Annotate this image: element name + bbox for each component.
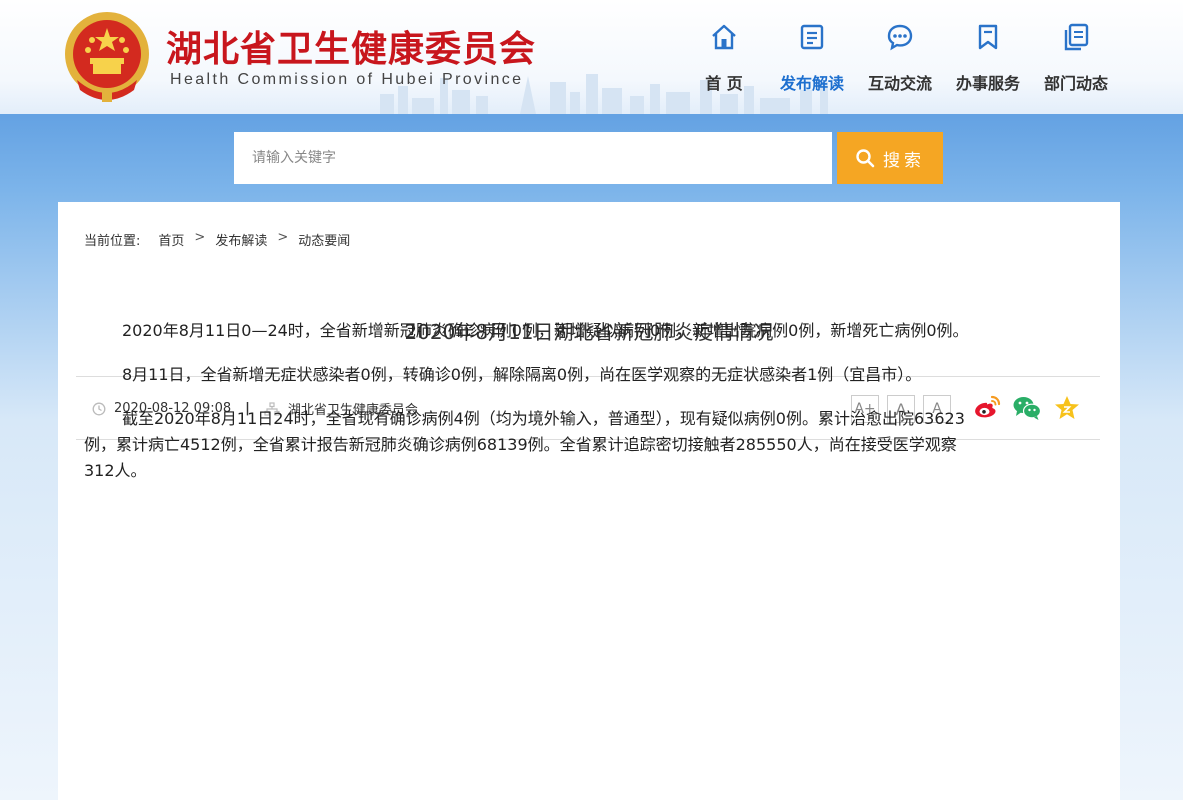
nav-label: 办事服务 (955, 74, 1020, 93)
nav-release[interactable]: 发布解读 (768, 18, 856, 94)
search-button-label: 搜索 (883, 150, 925, 171)
breadcrumb-separator: > (277, 230, 289, 245)
nav-label: 首 页 (705, 74, 743, 93)
breadcrumb-separator: > (194, 230, 206, 245)
breadcrumb: 当前位置: 首页 > 发布解读 > 动态要闻 (84, 230, 350, 249)
breadcrumb-home-link[interactable]: 首页 (158, 230, 184, 249)
breadcrumb-news-link[interactable]: 动态要闻 (298, 230, 350, 249)
site-header: 湖北省卫生健康委员会 Health Commission of Hubei Pr… (0, 0, 1183, 114)
national-emblem-icon (65, 12, 149, 102)
nav-department-news[interactable]: 部门动态 (1032, 18, 1120, 94)
copy-icon (1064, 23, 1089, 51)
chat-icon (887, 24, 913, 51)
nav-label: 部门动态 (1043, 74, 1108, 93)
favorite-icon[interactable] (1052, 393, 1082, 423)
nav-label: 互动交流 (867, 74, 932, 93)
search-button[interactable]: 搜索 (837, 132, 943, 184)
article-paragraph: 8月11日，全省新增无症状感染者0例，转确诊0例，解除隔离0例，尚在医学观察的无… (122, 365, 922, 384)
wechat-icon[interactable] (1012, 393, 1042, 423)
nav-label: 发布解读 (779, 74, 844, 93)
site-title: 湖北省卫生健康委员会 (166, 28, 537, 70)
home-icon (712, 24, 736, 50)
search-input[interactable] (234, 132, 832, 184)
breadcrumb-release-link[interactable]: 发布解读 (215, 230, 267, 249)
nav-home[interactable]: 首 页 (680, 18, 768, 94)
article-paragraph: 2020年8月11日0—24时，全省新增新冠肺炎确诊病例0例，新增疑似病例0例，… (122, 321, 969, 340)
bookmark-icon (978, 24, 998, 50)
article-body: 2020年8月11日0—24时，全省新增新冠肺炎确诊病例0例，新增疑似病例0例，… (84, 318, 984, 502)
search-icon (856, 149, 875, 168)
nav-services[interactable]: 办事服务 (944, 18, 1032, 94)
article-paragraph: 截至2020年8月11日24时，全省现有确诊病例4例（均为境外输入，普通型），现… (84, 409, 965, 480)
breadcrumb-prefix: 当前位置: (84, 234, 141, 249)
document-icon (800, 24, 824, 50)
nav-interaction[interactable]: 互动交流 (856, 18, 944, 94)
site-subtitle: Health Commission of Hubei Province (170, 71, 524, 88)
